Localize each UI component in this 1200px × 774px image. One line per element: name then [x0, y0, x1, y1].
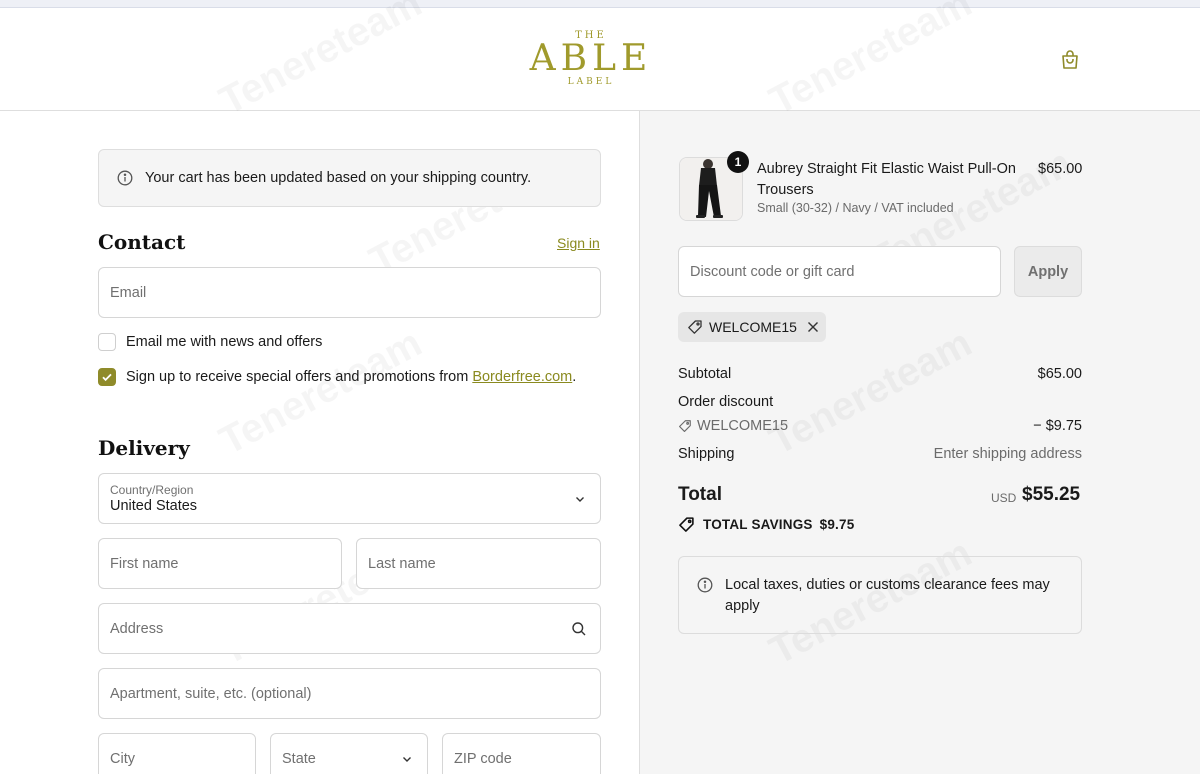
delivery-heading: Delivery — [98, 436, 190, 460]
tag-icon — [688, 320, 702, 334]
address-field[interactable] — [98, 603, 601, 654]
browser-top-strip — [0, 0, 1200, 8]
cart-updated-notice: Your cart has been updated based on your… — [98, 149, 601, 207]
offers-opt-in[interactable]: Sign up to receive special offers and pr… — [98, 368, 576, 386]
apply-button[interactable]: Apply — [1014, 246, 1082, 297]
tag-icon — [679, 420, 691, 432]
currency-code: USD — [991, 491, 1017, 505]
site-header: THE ABLE LABEL — [0, 8, 1200, 111]
news-label: Email me with news and offers — [126, 334, 323, 350]
offers-label-prefix: Sign up to receive special offers and pr… — [126, 369, 473, 385]
chevron-down-icon — [403, 756, 411, 762]
product-variant: Small (30-32) / Navy / VAT included — [757, 201, 954, 215]
order-discount-label: Order discount — [678, 394, 774, 410]
cart-button[interactable] — [1058, 48, 1082, 72]
city-field[interactable] — [98, 733, 256, 774]
savings-label: TOTAL SAVINGS — [703, 517, 813, 532]
city-input[interactable] — [110, 750, 255, 767]
contact-heading: Contact — [98, 230, 186, 254]
last-name-field[interactable] — [356, 538, 601, 589]
subtotal-label: Subtotal — [678, 366, 732, 382]
notice-text: Your cart has been updated based on your… — [145, 170, 532, 186]
news-opt-in[interactable]: Email me with news and offers — [98, 333, 322, 351]
state-select[interactable]: State — [270, 733, 428, 774]
discount-code-label: WELCOME15 — [697, 418, 789, 434]
discount-value: − $9.75 — [1033, 418, 1082, 434]
country-label: Country/Region — [110, 482, 194, 497]
shopping-bag-icon — [1062, 50, 1078, 69]
last-name-input[interactable] — [368, 555, 600, 572]
email-field[interactable] — [98, 267, 601, 318]
address-input[interactable] — [110, 620, 600, 637]
total-savings: TOTAL SAVINGS $9.75 — [678, 516, 854, 533]
tax-notice: Local taxes, duties or customs clearance… — [678, 556, 1082, 634]
state-placeholder: State — [282, 750, 316, 767]
savings-value: $9.75 — [819, 517, 855, 532]
first-name-field[interactable] — [98, 538, 342, 589]
apartment-field[interactable] — [98, 668, 601, 719]
zip-field[interactable] — [442, 733, 601, 774]
email-input[interactable] — [110, 284, 600, 301]
first-name-input[interactable] — [110, 555, 341, 572]
product-price: $65.00 — [1038, 161, 1083, 177]
check-icon — [102, 373, 112, 382]
chevron-down-icon — [576, 496, 584, 502]
quantity-badge: 1 — [727, 151, 749, 173]
product-name: Aubrey Straight Fit Elastic Waist Pull-O… — [757, 161, 1016, 198]
applied-code-chip: WELCOME15 — [678, 312, 826, 342]
info-icon — [697, 577, 713, 593]
total-label: Total — [678, 484, 722, 505]
apartment-input[interactable] — [110, 685, 600, 702]
close-icon[interactable] — [806, 320, 820, 334]
tag-icon — [679, 517, 694, 532]
shipping-value: Enter shipping address — [933, 446, 1082, 462]
offers-label-suffix: . — [572, 369, 577, 385]
offers-label: Sign up to receive special offers and pr… — [126, 369, 576, 385]
country-value: United States — [110, 497, 198, 514]
borderfree-link[interactable]: Borderfree.com — [472, 369, 572, 385]
subtotal-value: $65.00 — [1037, 366, 1082, 382]
info-icon — [117, 170, 133, 186]
offers-checkbox[interactable] — [98, 368, 116, 386]
sign-in-link[interactable]: Sign in — [557, 235, 600, 251]
shipping-label: Shipping — [678, 446, 735, 462]
discount-code-field[interactable] — [678, 246, 1001, 297]
country-select[interactable]: Country/Region United States — [98, 473, 601, 524]
applied-code-label: WELCOME15 — [709, 319, 797, 335]
brand-logo[interactable]: THE ABLE LABEL — [526, 30, 656, 92]
news-checkbox[interactable] — [98, 333, 116, 351]
discount-code-input[interactable] — [690, 263, 1000, 280]
total-value: $55.25 — [1022, 484, 1081, 505]
discount-code-row: WELCOME15 — [678, 418, 788, 434]
search-icon[interactable] — [571, 621, 587, 637]
zip-input[interactable] — [454, 750, 600, 767]
tax-notice-text: Local taxes, duties or customs clearance… — [725, 577, 1050, 614]
logo-able: ABLE — [529, 38, 653, 79]
